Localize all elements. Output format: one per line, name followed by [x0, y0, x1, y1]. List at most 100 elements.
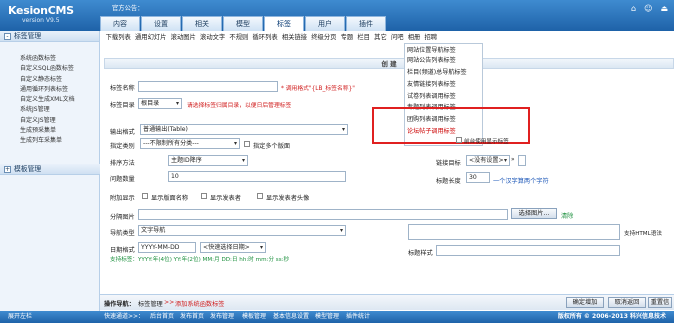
dropdown-item[interactable]: 栏目(频道)总导航标签 — [405, 67, 467, 76]
title-len-label: 标题长度 — [436, 178, 461, 185]
nav-label: 导航类型 — [110, 230, 135, 237]
toolbar-item[interactable]: 栏目 — [356, 32, 372, 44]
front-display-label: 前台使用显示标签 — [464, 139, 509, 145]
reset-button[interactable]: 重置信息 — [648, 297, 672, 308]
status-link[interactable]: 模板管理 — [242, 311, 266, 323]
tab-settings[interactable]: 设置 — [141, 16, 181, 31]
output-select[interactable]: 普通输出(Table) — [140, 124, 348, 135]
count-input[interactable]: 10 — [168, 171, 346, 182]
output-label: 输出格式 — [110, 129, 135, 136]
status-link[interactable]: 模型管理 — [315, 311, 339, 323]
sidebar-item[interactable]: 自定义静态标签 — [20, 75, 99, 85]
tag-toolbar: 下载列表 通用幻灯片 滚动图片 滚动文字 不规则 循环列表 相关链接 终级分页 … — [104, 32, 439, 44]
front-display-checkbox[interactable] — [456, 137, 462, 143]
category-label: 指定类别 — [110, 143, 135, 150]
home-icon[interactable]: ⌂ — [631, 4, 636, 13]
sidebar-item[interactable]: 系统函数标签 — [20, 54, 99, 64]
tag-name-input[interactable] — [138, 81, 278, 92]
sidebar-item[interactable]: 自定义生成XML文档 — [20, 95, 99, 105]
tab-tags[interactable]: 标签 — [264, 16, 304, 31]
dropdown-item[interactable]: 网站位置导航标签 — [405, 45, 456, 54]
tag-dir-hint: 请选择标签归属目录，以便日后管理标签 — [187, 103, 292, 109]
app-version: version V9.5 — [22, 17, 60, 24]
sort-label: 排序方法 — [110, 160, 135, 167]
date-format-input[interactable]: YYYY-MM-DD — [138, 242, 196, 253]
app-title: KesionCMS — [8, 4, 74, 17]
status-link[interactable]: 发布管理 — [210, 311, 234, 323]
status-bar: 展开左栏 快速通道>>： 后台首页 发布首页 发布管理 模板管理 基本信息设置 … — [0, 311, 674, 323]
breadcrumb-sep: >> — [164, 299, 175, 306]
arrow-icon[interactable]: » — [511, 157, 515, 163]
category-select[interactable]: ---不限制所有分类--- — [140, 138, 240, 149]
tab-related[interactable]: 相关 — [182, 16, 222, 31]
footer-bar: 操作导航： 标签管理 >> 添加系统函数标签 确定增加 取消返回 重置信息 — [100, 294, 674, 310]
dropdown-item[interactable]: 友情链接列表标签 — [405, 79, 456, 88]
expand-left-link[interactable]: 展开左栏 — [8, 311, 32, 323]
status-link[interactable]: 基本信息设置 — [273, 311, 309, 323]
show-avatar-checkbox[interactable] — [257, 193, 263, 199]
link-label: 链接目标 — [436, 160, 461, 167]
cancel-button[interactable]: 取消返回 — [608, 297, 646, 308]
breadcrumb-part1[interactable]: 标签管理 — [138, 299, 163, 308]
sidebar-item[interactable]: 生成预采集单 — [20, 126, 99, 136]
sidebar-item[interactable]: 通用循环列表标签 — [20, 85, 99, 95]
dropdown-item[interactable]: 团购列表调用标签 — [405, 114, 456, 123]
dropdown-item[interactable]: 试卷列表调用标签 — [405, 91, 456, 100]
dropdown-item[interactable]: 专题列表调用标签 — [405, 102, 456, 111]
toolbar-item[interactable]: 其它 — [373, 32, 389, 44]
date-note: 支持标签：YYYY:年(4位) YY:年(2位) MM:月 DD:日 hh:时 … — [110, 257, 290, 263]
exit-icon[interactable]: ⏏ — [660, 4, 668, 13]
toolbar-item[interactable]: 终级分页 — [310, 32, 338, 44]
sidebar-section-tag-manage[interactable]: - 标签管理 — [0, 31, 99, 42]
link-target-input[interactable] — [518, 155, 526, 166]
tag-dropdown-menu: 网站位置导航标签 网站公告列表标签 栏目(频道)总导航标签 友情链接列表标签 试… — [404, 43, 483, 146]
sort-select[interactable]: 主题ID降序 — [168, 155, 248, 166]
sidebar-item[interactable]: 生成列车采集单 — [20, 136, 99, 146]
user-icon[interactable]: ☺ — [644, 4, 652, 13]
tag-dir-label: 标签目录 — [110, 102, 135, 109]
tab-content[interactable]: 内容 — [100, 16, 140, 31]
status-link[interactable]: 插件统计 — [346, 311, 370, 323]
toolbar-item[interactable]: 专题 — [339, 32, 355, 44]
announcement: 官方公告： — [112, 5, 144, 12]
title-style-input[interactable] — [436, 245, 620, 256]
top-icons: ⌂ ☺ ⏏ — [631, 4, 668, 13]
status-link[interactable]: 后台首页 — [150, 311, 174, 323]
tag-dir-select[interactable]: 根目录 — [138, 98, 182, 109]
tab-users[interactable]: 用户 — [305, 16, 345, 31]
toolbar-item[interactable]: 滚动文字 — [198, 32, 226, 44]
toolbar-item[interactable]: 通用幻灯片 — [133, 32, 168, 44]
toolbar-item[interactable]: 不规则 — [228, 32, 250, 44]
confirm-button[interactable]: 确定增加 — [566, 297, 604, 308]
nav-select[interactable]: 文字导航 — [138, 225, 346, 236]
toolbar-item[interactable]: 下载列表 — [104, 32, 132, 44]
show-board-checkbox[interactable] — [142, 193, 148, 199]
toolbar-item[interactable]: 问吧 — [389, 32, 405, 44]
sidebar-item[interactable]: 自定义SQL函数标签 — [20, 64, 99, 74]
top-bar: KesionCMS version V9.5 官方公告： 内容 设置 相关 模型… — [0, 0, 674, 31]
nav-text-input[interactable] — [408, 224, 620, 240]
html-support-note: 支持HTML语法 — [624, 231, 662, 237]
sidebar-item[interactable]: 自定义JS管理 — [20, 116, 99, 126]
link-select[interactable]: <没有设置> — [466, 155, 510, 166]
multi-board-checkbox[interactable] — [244, 141, 250, 147]
title-len-input[interactable]: 30 — [466, 172, 490, 183]
date-quick-select[interactable]: <快速选择日期> — [200, 242, 266, 253]
image-input[interactable] — [138, 209, 508, 220]
clear-link[interactable]: 清除 — [561, 211, 573, 220]
status-link[interactable]: 发布首页 — [180, 311, 204, 323]
toolbar-item[interactable]: 循环列表 — [251, 32, 279, 44]
title-len-hint: 一个汉字算两个字符 — [493, 178, 549, 185]
sidebar-item[interactable]: 系统JS管理 — [20, 105, 99, 115]
show-author-checkbox[interactable] — [201, 193, 207, 199]
dropdown-item[interactable]: 网站公告列表标签 — [405, 55, 456, 64]
toolbar-item[interactable]: 滚动图片 — [169, 32, 197, 44]
sidebar-section-template[interactable]: + 模板管理 — [0, 164, 100, 175]
expand-icon: + — [4, 165, 11, 173]
tab-plugins[interactable]: 插件 — [346, 16, 386, 31]
toolbar-item[interactable]: 相关链接 — [280, 32, 308, 44]
tab-models[interactable]: 模型 — [223, 16, 263, 31]
select-image-button[interactable]: 选择图片... — [511, 208, 557, 219]
dropdown-item-forum[interactable]: 论坛帖子调用标签 — [405, 126, 456, 135]
sidebar-section-label: 标签管理 — [14, 31, 42, 40]
